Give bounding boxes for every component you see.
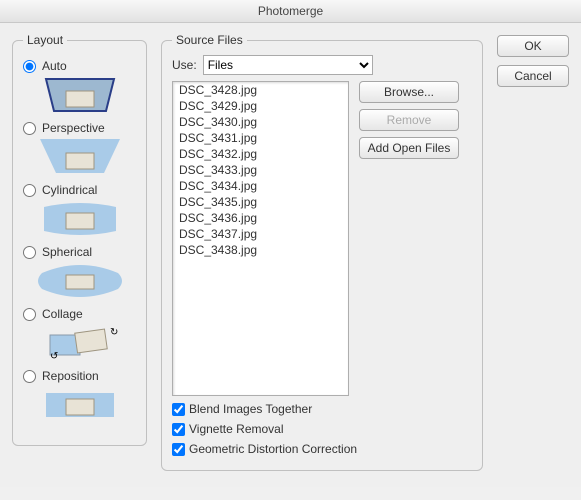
thumb-spherical-icon bbox=[36, 263, 124, 299]
checkbox-blend[interactable] bbox=[172, 403, 185, 416]
file-list-item[interactable]: DSC_3428.jpg bbox=[173, 82, 348, 98]
svg-text:↺: ↺ bbox=[50, 351, 58, 361]
window-title: Photomerge bbox=[0, 0, 581, 23]
layout-label: Spherical bbox=[42, 245, 92, 259]
ok-button[interactable]: OK bbox=[497, 35, 569, 57]
check-vignette[interactable]: Vignette Removal bbox=[172, 422, 472, 436]
file-list-item[interactable]: DSC_3431.jpg bbox=[173, 130, 348, 146]
layout-label: Cylindrical bbox=[42, 183, 97, 197]
file-list-item[interactable]: DSC_3432.jpg bbox=[173, 146, 348, 162]
file-list[interactable]: DSC_3428.jpgDSC_3429.jpgDSC_3430.jpgDSC_… bbox=[172, 81, 349, 396]
browse-button[interactable]: Browse... bbox=[359, 81, 459, 103]
check-geo[interactable]: Geometric Distortion Correction bbox=[172, 442, 472, 456]
check-label: Blend Images Together bbox=[189, 402, 312, 416]
radio-reposition[interactable] bbox=[23, 370, 36, 383]
remove-button[interactable]: Remove bbox=[359, 109, 459, 131]
file-list-item[interactable]: DSC_3429.jpg bbox=[173, 98, 348, 114]
layout-label: Collage bbox=[42, 307, 83, 321]
use-select[interactable]: Files bbox=[203, 55, 373, 75]
source-legend: Source Files bbox=[172, 33, 247, 47]
thumb-reposition-icon bbox=[36, 387, 124, 423]
layout-option-spherical[interactable]: Spherical bbox=[23, 245, 136, 259]
check-label: Geometric Distortion Correction bbox=[189, 442, 357, 456]
layout-label: Auto bbox=[42, 59, 67, 73]
source-files-group: Source Files Use: Files DSC_3428.jpgDSC_… bbox=[161, 33, 483, 471]
svg-text:↻: ↻ bbox=[110, 327, 118, 338]
file-list-item[interactable]: DSC_3433.jpg bbox=[173, 162, 348, 178]
radio-cylindrical[interactable] bbox=[23, 184, 36, 197]
layout-option-reposition[interactable]: Reposition bbox=[23, 369, 136, 383]
file-list-item[interactable]: DSC_3438.jpg bbox=[173, 242, 348, 258]
checkbox-geo[interactable] bbox=[172, 443, 185, 456]
file-list-item[interactable]: DSC_3436.jpg bbox=[173, 210, 348, 226]
check-blend[interactable]: Blend Images Together bbox=[172, 402, 472, 416]
use-label: Use: bbox=[172, 58, 197, 72]
layout-option-perspective[interactable]: Perspective bbox=[23, 121, 136, 135]
layout-option-collage[interactable]: Collage bbox=[23, 307, 136, 321]
thumb-cylindrical-icon bbox=[36, 201, 124, 237]
cancel-button[interactable]: Cancel bbox=[497, 65, 569, 87]
layout-group: Layout Auto Perspective Cylindrical Sphe… bbox=[12, 33, 147, 446]
layout-option-auto[interactable]: Auto bbox=[23, 59, 136, 73]
file-list-item[interactable]: DSC_3434.jpg bbox=[173, 178, 348, 194]
file-list-item[interactable]: DSC_3437.jpg bbox=[173, 226, 348, 242]
layout-option-cylindrical[interactable]: Cylindrical bbox=[23, 183, 136, 197]
layout-label: Perspective bbox=[42, 121, 105, 135]
layout-label: Reposition bbox=[42, 369, 99, 383]
checkbox-vignette[interactable] bbox=[172, 423, 185, 436]
thumb-auto-icon bbox=[36, 77, 124, 113]
layout-legend: Layout bbox=[23, 33, 67, 47]
radio-collage[interactable] bbox=[23, 308, 36, 321]
radio-auto[interactable] bbox=[23, 60, 36, 73]
file-list-item[interactable]: DSC_3435.jpg bbox=[173, 194, 348, 210]
check-label: Vignette Removal bbox=[189, 422, 284, 436]
radio-spherical[interactable] bbox=[23, 246, 36, 259]
thumb-collage-icon: ↻↺ bbox=[36, 325, 124, 361]
file-list-item[interactable]: DSC_3430.jpg bbox=[173, 114, 348, 130]
add-open-files-button[interactable]: Add Open Files bbox=[359, 137, 459, 159]
thumb-perspective-icon bbox=[36, 139, 124, 175]
radio-perspective[interactable] bbox=[23, 122, 36, 135]
